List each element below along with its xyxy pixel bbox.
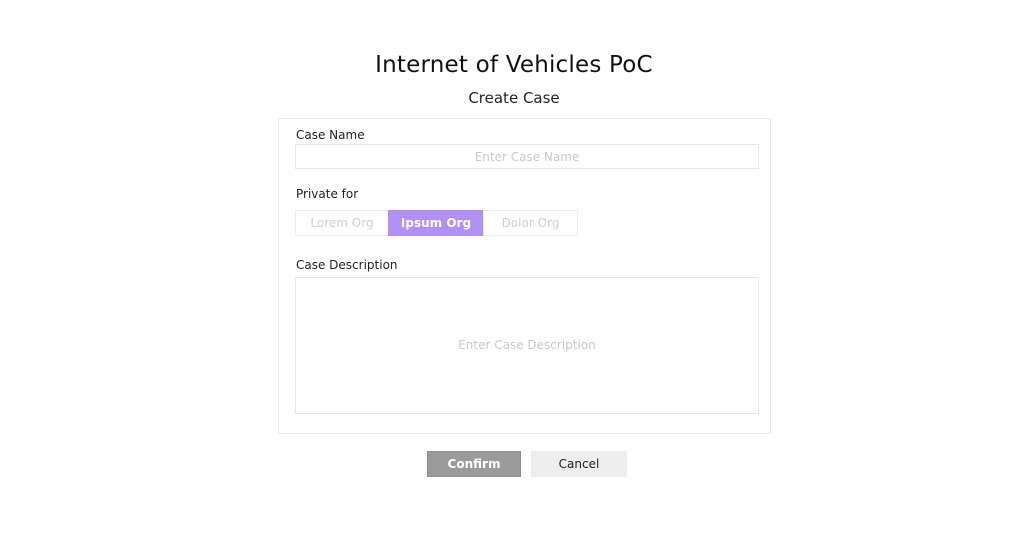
confirm-button[interactable]: Confirm [427, 451, 521, 477]
cancel-button[interactable]: Cancel [531, 451, 627, 477]
case-description-label: Case Description [296, 258, 398, 272]
org-option-dolor[interactable]: Dolor Org [483, 210, 578, 236]
case-name-label: Case Name [296, 128, 365, 142]
org-option-lorem[interactable]: Lorem Org [295, 210, 389, 236]
app-title: Internet of Vehicles PoC [375, 52, 653, 78]
page-subtitle: Create Case [468, 89, 560, 107]
private-for-label: Private for [296, 187, 359, 201]
private-for-selector: Lorem Org Ipsum Org Dolor Org [295, 210, 578, 236]
case-name-input[interactable] [295, 144, 759, 169]
case-description-textarea[interactable] [295, 277, 759, 414]
org-option-ipsum[interactable]: Ipsum Org [388, 210, 484, 236]
create-case-form: Case Name Private for Lorem Org Ipsum Or… [278, 118, 771, 434]
